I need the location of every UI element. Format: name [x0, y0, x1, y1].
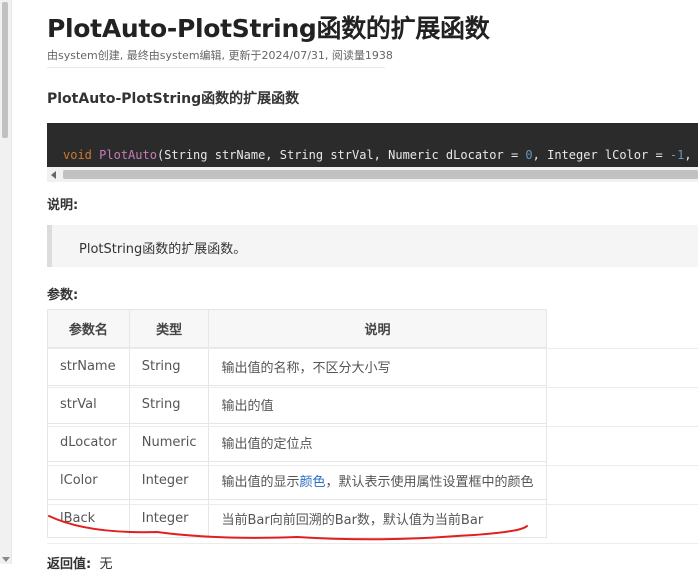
article-content: PlotAuto-PlotString函数的扩展函数 由system创建, 最终… [47, 0, 698, 572]
section-title: PlotAuto-PlotString函数的扩展函数 [47, 91, 300, 107]
param-desc: 输出的值 [208, 385, 547, 424]
function-signature: void PlotAuto(String strName, String str… [63, 148, 698, 162]
row-divider [47, 543, 698, 544]
param-name: strVal [47, 385, 130, 424]
param-desc: 输出值的显示颜色，默认表示使用属性设置框中的颜色 [208, 461, 547, 500]
color-link[interactable]: 颜色 [299, 475, 325, 490]
param-desc: 当前Bar向前回溯的Bar数，默认值为当前Bar [208, 499, 547, 538]
params-label: 参数: [47, 288, 79, 303]
description-text: PlotString函数的扩展函数。 [79, 242, 247, 257]
table-row: lColor Integer 输出值的显示颜色，默认表示使用属性设置框中的颜色 [47, 461, 547, 500]
code-text: , Integer lColor = [532, 148, 670, 162]
returns-line: 返回值: 无 [47, 553, 112, 572]
header-description: 说明 [208, 309, 547, 348]
table-row: strVal String 输出的值 [47, 385, 547, 424]
description-label: 说明: [47, 198, 79, 213]
code-function-name: PlotAuto [99, 148, 157, 162]
row-divider [47, 504, 698, 505]
param-type: Numeric [128, 423, 210, 462]
param-desc-text: 输出值的显示 [221, 475, 300, 490]
header-param-name: 参数名 [47, 309, 130, 348]
param-desc: 输出值的名称，不区分大小写 [208, 347, 547, 386]
code-number: 0 [525, 148, 533, 162]
row-divider [47, 348, 698, 349]
returns-value: 无 [99, 557, 113, 572]
param-type: Integer [128, 499, 210, 538]
param-type: String [128, 385, 210, 424]
article-meta: 由system创建, 最终由system编辑, 更新于2024/07/31, 阅… [47, 49, 393, 62]
scroll-left-icon[interactable] [51, 171, 56, 179]
code-scrollbar-thumb[interactable] [63, 170, 698, 179]
code-block: void PlotAuto(String strName, String str… [47, 123, 698, 167]
table-row: lBack Integer 当前Bar向前回溯的Bar数，默认值为当前Bar [47, 499, 547, 538]
table-row: strName String 输出值的名称，不区分大小写 [47, 347, 547, 386]
left-scrollbar-thumb[interactable] [2, 2, 8, 138]
code-number: -1 [669, 148, 685, 162]
meta-divider [47, 67, 385, 68]
param-name: lBack [47, 499, 130, 538]
code-text: (String strName, String strVal, Numeric … [156, 148, 526, 162]
param-desc-text: ，默认表示使用属性设置框中的颜色 [325, 475, 534, 490]
code-text: , Int [684, 148, 698, 162]
code-horizontal-scrollbar[interactable] [47, 167, 698, 182]
table-row: dLocator Numeric 输出值的定位点 [47, 423, 547, 462]
param-type: String [128, 347, 210, 386]
scroll-down-icon[interactable] [2, 557, 10, 562]
returns-label: 返回值: [47, 557, 92, 572]
row-divider [47, 426, 698, 427]
table-header-row: 参数名 类型 说明 [47, 309, 547, 348]
code-keyword: void [63, 148, 92, 162]
param-name: strName [47, 347, 130, 386]
param-desc: 输出值的定位点 [208, 423, 547, 462]
description-quote: PlotString函数的扩展函数。 [47, 225, 698, 267]
row-divider [47, 465, 698, 466]
left-scrollbar[interactable] [0, 0, 12, 564]
row-divider [47, 387, 698, 388]
param-name: dLocator [47, 423, 130, 462]
header-type: 类型 [128, 309, 210, 348]
page-title: PlotAuto-PlotString函数的扩展函数 [47, 14, 490, 43]
param-type: Integer [128, 461, 210, 500]
param-name: lColor [47, 461, 130, 500]
